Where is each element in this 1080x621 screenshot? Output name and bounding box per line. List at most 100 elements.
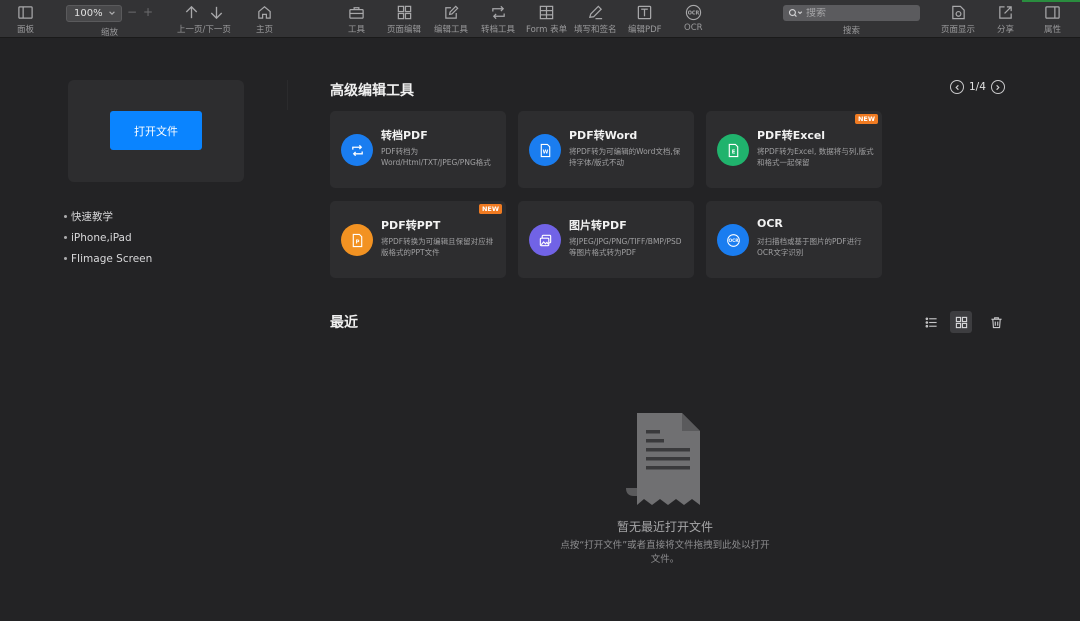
tool-card-desc: 将PDF转换为可编辑且保留对应排版格式的PPT文件	[381, 237, 494, 257]
share-icon	[999, 6, 1012, 19]
tool-card-convert-pdf[interactable]: 转档PDF PDF转档为Word/Html/TXT/JPEG/PNG格式	[330, 111, 506, 188]
tool-card-title: PDF转Excel	[757, 129, 826, 142]
link-quick-tutorial[interactable]: 快速教学	[64, 206, 152, 227]
ppt-icon: P	[341, 224, 373, 256]
ocr-icon: OCR	[717, 224, 749, 256]
sign-pen-icon	[588, 5, 602, 20]
open-file-button[interactable]: 打开文件	[110, 111, 202, 150]
ocr-button[interactable]: OCR OCR	[684, 4, 703, 33]
open-file-card: 打开文件	[68, 80, 244, 182]
tool-card-pdf-to-excel[interactable]: NEW E PDF转Excel 将PDF转为Excel, 数据将与列,版式和格式…	[706, 111, 882, 188]
svg-text:E: E	[731, 149, 735, 155]
convert-icon	[341, 134, 373, 166]
arrow-up-icon[interactable]	[183, 4, 200, 21]
prev-page-button[interactable]	[950, 80, 964, 94]
svg-text:OCR: OCR	[728, 238, 739, 244]
link-label: iPhone,iPad	[71, 231, 132, 244]
zoom-value: 100%	[74, 8, 103, 19]
tool-card-title: PDF转PPT	[381, 219, 441, 232]
edit-pdf-button[interactable]: 编辑PDF	[628, 4, 662, 35]
toolbar: 面板 100% − + 缩放 上一页/下一页 主页 工具 页面编辑 编辑工具 转…	[0, 0, 1080, 38]
link-iphone-ipad[interactable]: iPhone,iPad	[64, 227, 152, 248]
new-badge: NEW	[854, 114, 878, 124]
window-accent-strip	[1022, 0, 1080, 2]
list-view-button[interactable]	[920, 311, 942, 333]
tool-card-desc: 将PDF转为Excel, 数据将与列,版式和格式一起保留	[757, 147, 874, 167]
page-display-icon	[951, 5, 965, 20]
fill-sign-label: 填写和签名	[574, 25, 617, 35]
prev-next-page-group: 上一页/下一页	[177, 4, 231, 35]
panel-button[interactable]: 面板	[17, 4, 34, 35]
page-edit-button[interactable]: 页面编辑	[387, 4, 421, 35]
edit-tools-button[interactable]: 编辑工具	[434, 4, 468, 35]
tool-card-desc: 将PDF转为可编辑的Word文档,保持字体/版式不动	[569, 147, 681, 167]
recent-section-title: 最近	[330, 315, 358, 331]
tools-button[interactable]: 工具	[348, 4, 365, 35]
form-label: Form 表单	[526, 25, 568, 35]
text-edit-icon	[638, 5, 652, 20]
tool-card-ocr[interactable]: OCR OCR 对扫描档或基于图片的PDF进行OCR文字识别	[706, 201, 882, 278]
search-icon	[788, 9, 803, 17]
form-button[interactable]: Form 表单	[526, 4, 567, 35]
zoom-label: 缩放	[101, 28, 119, 38]
edit-icon	[444, 5, 459, 19]
search-input[interactable]	[804, 7, 914, 19]
ocr-icon-text: OCR	[687, 10, 699, 16]
page-edit-label: 页面编辑	[387, 25, 422, 35]
table-icon	[539, 5, 554, 20]
new-badge: NEW	[478, 204, 502, 214]
tool-card-title: 转档PDF	[381, 129, 428, 142]
zoom-in-button[interactable]: +	[143, 5, 153, 19]
empty-state-title: 暂无最近打开文件	[616, 520, 713, 534]
chevron-left-icon	[954, 84, 959, 90]
properties-label: 属性	[1044, 25, 1062, 35]
excel-icon: E	[717, 134, 749, 166]
tool-card-desc: 将JPEG/JPG/PNG/TIFF/BMP/PSD等图片格式转为PDF	[569, 237, 682, 257]
next-page-button[interactable]	[990, 80, 1005, 94]
tool-card-image-to-pdf[interactable]: 图片转PDF 将JPEG/JPG/PNG/TIFF/BMP/PSD等图片格式转为…	[518, 201, 694, 278]
tool-card-title: OCR	[757, 217, 783, 230]
bullet-dot	[64, 236, 67, 239]
arrow-down-icon[interactable]	[208, 4, 225, 21]
chevron-down-icon	[109, 11, 115, 15]
tool-card-desc: PDF转档为Word/Html/TXT/JPEG/PNG格式	[381, 147, 491, 167]
fill-sign-button[interactable]: 填写和签名	[574, 4, 617, 35]
svg-text:W: W	[542, 149, 548, 155]
tools-pager: 1/4	[950, 80, 1005, 94]
edit-tools-label: 编辑工具	[434, 25, 469, 35]
page-indicator: 1/4	[969, 81, 986, 93]
trash-icon	[990, 316, 1002, 328]
home-label: 主页	[256, 25, 274, 35]
link-label: FIimage Screen	[71, 252, 153, 265]
grid-view-button[interactable]	[950, 311, 972, 333]
link-fiimage-screen[interactable]: FIimage Screen	[64, 248, 152, 269]
zoom-select[interactable]: 100%	[66, 5, 122, 22]
convert-tools-label: 转档工具	[481, 25, 516, 35]
tool-card-title: 图片转PDF	[569, 219, 627, 232]
bullet-dot	[64, 215, 67, 218]
page-display-button[interactable]: 页面显示	[941, 4, 975, 35]
clear-recent-button[interactable]	[985, 311, 1007, 333]
chevron-right-icon	[996, 84, 1001, 90]
link-label: 快速教学	[71, 211, 113, 223]
panel-label: 面板	[17, 25, 35, 35]
tool-card-desc: 对扫描档或基于图片的PDF进行OCR文字识别	[757, 237, 862, 257]
tools-section-title: 高级编辑工具	[330, 83, 414, 99]
home-button[interactable]: 主页	[256, 4, 273, 35]
recent-view-controls	[920, 311, 1007, 333]
empty-state-description: 点按“打开文件”或者直接将文件拖拽到此处以打开文件。	[560, 540, 770, 565]
grid-icon	[955, 316, 967, 328]
zoom-out-button[interactable]: −	[127, 5, 137, 19]
tool-card-pdf-to-ppt[interactable]: NEW P PDF转PPT 将PDF转换为可编辑且保留对应排版格式的PPT文件	[330, 201, 506, 278]
quick-links: 快速教学 iPhone,iPad FIimage Screen	[64, 206, 152, 269]
grid-icon	[397, 5, 411, 20]
search-field[interactable]	[783, 5, 920, 21]
image-icon	[529, 224, 561, 256]
word-icon: W	[529, 134, 561, 166]
share-button[interactable]: 分享	[997, 4, 1014, 35]
tool-card-pdf-to-word[interactable]: W PDF转Word 将PDF转为可编辑的Word文档,保持字体/版式不动	[518, 111, 694, 188]
inspector-icon	[1045, 6, 1060, 19]
properties-button[interactable]: 属性	[1044, 4, 1061, 35]
convert-tools-button[interactable]: 转档工具	[481, 4, 515, 35]
home-icon	[258, 6, 271, 19]
